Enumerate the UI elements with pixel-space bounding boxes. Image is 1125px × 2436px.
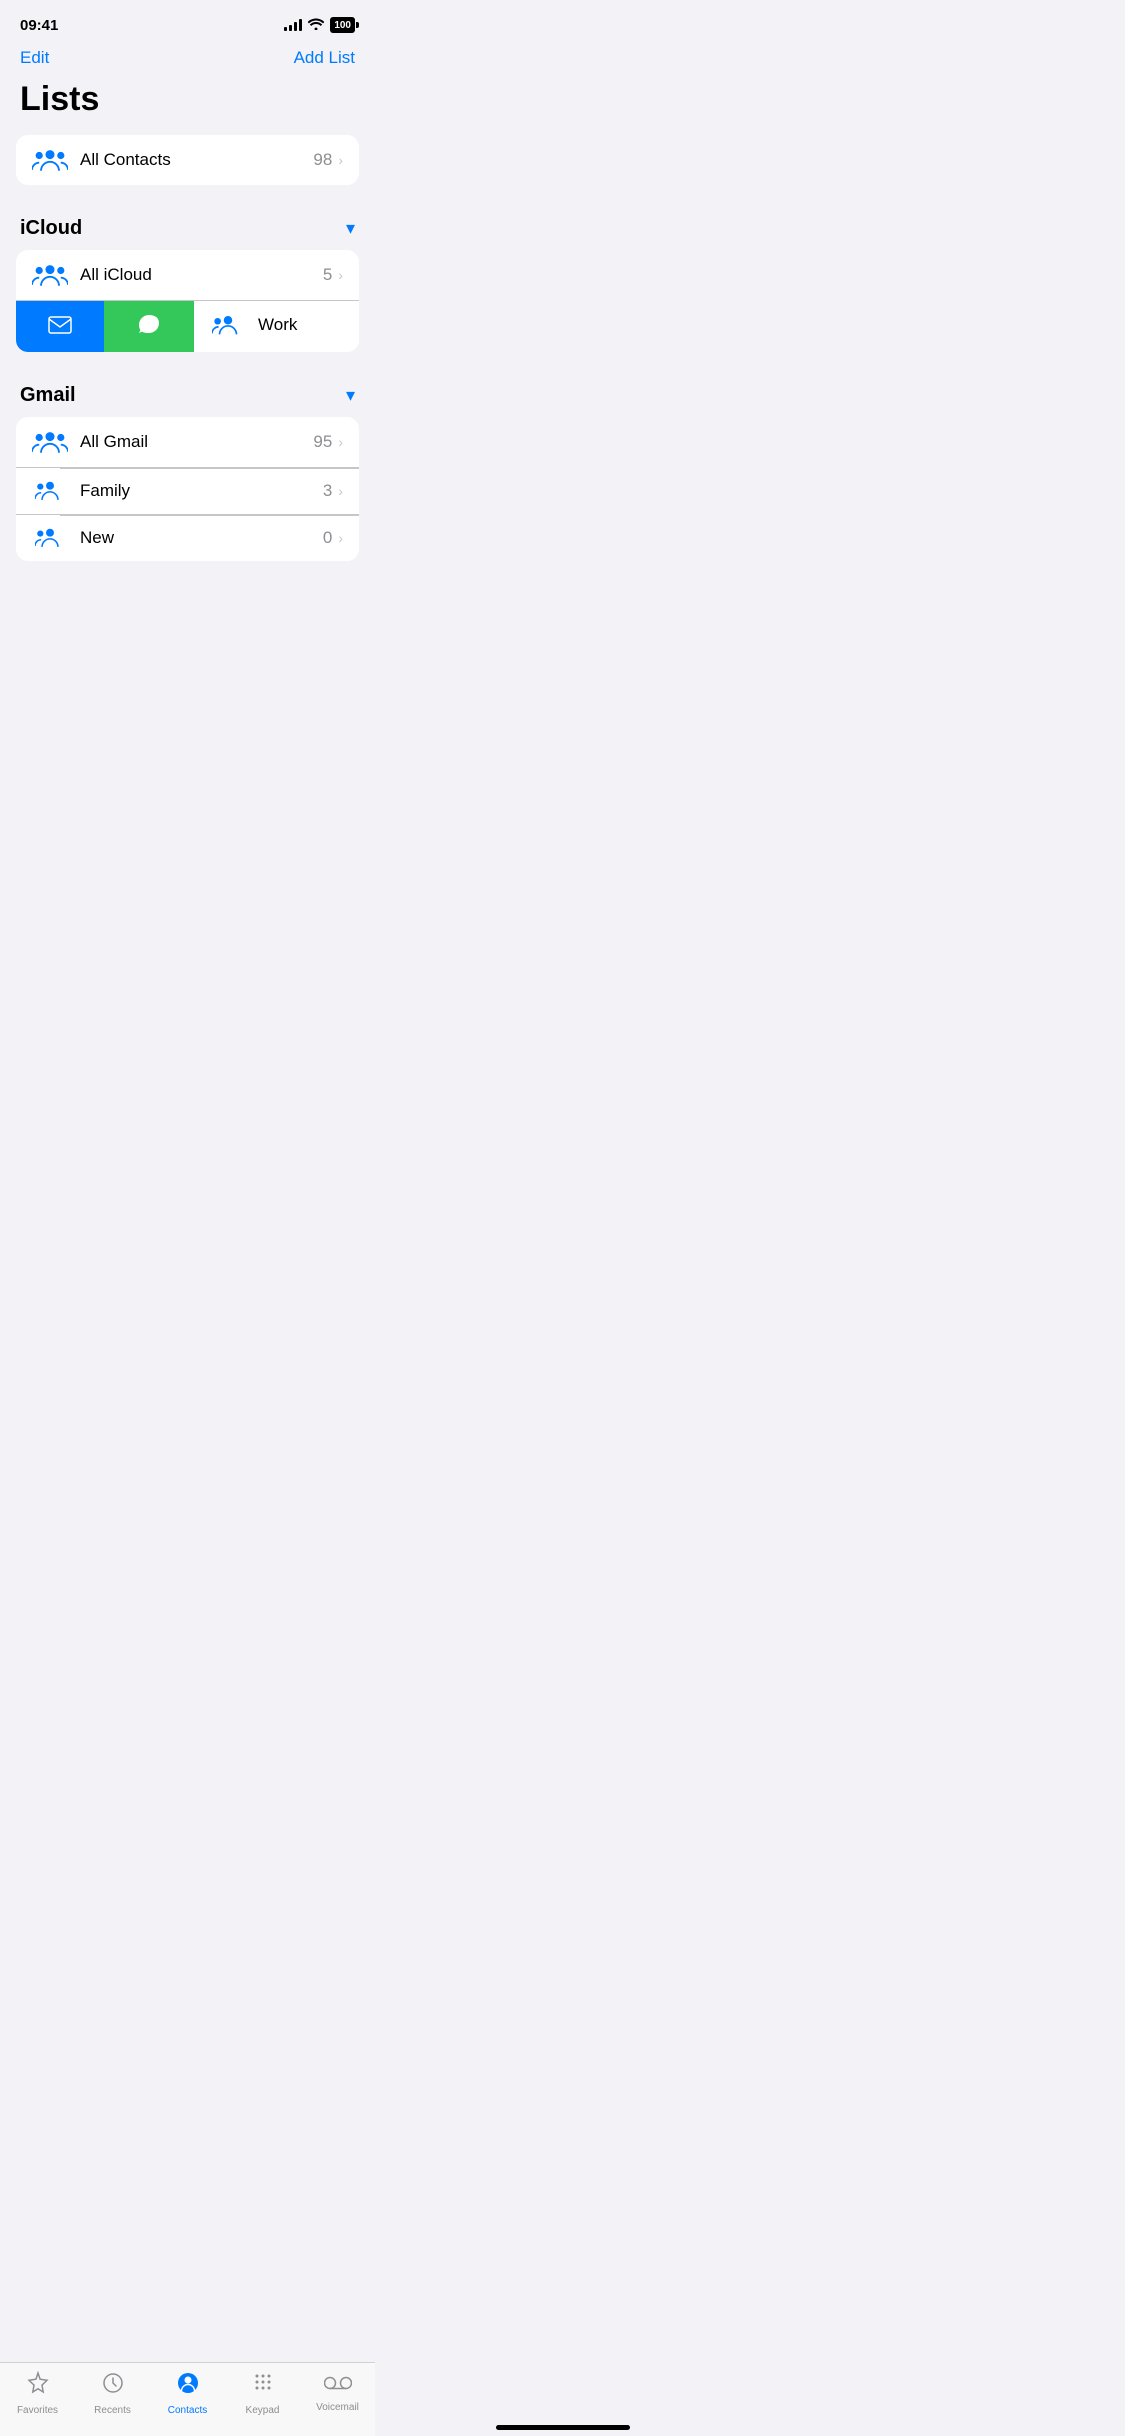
icloud-title: iCloud (20, 217, 82, 240)
home-indicator (496, 2425, 630, 2430)
new-row[interactable]: New 0 › (16, 514, 359, 561)
tab-bar: Favorites Recents Contacts (0, 2362, 375, 2436)
family-row[interactable]: Family 3 › (16, 467, 359, 514)
tab-keypad[interactable]: Keypad (225, 2371, 300, 2416)
signal-icon (284, 19, 302, 31)
voicemail-icon (324, 2371, 352, 2399)
add-list-button[interactable]: Add List (294, 48, 355, 68)
all-gmail-row[interactable]: All Gmail 95 › (16, 417, 359, 467)
recents-label: Recents (94, 2405, 131, 2416)
voicemail-label: Voicemail (316, 2402, 359, 2413)
mail-action-button[interactable] (16, 301, 104, 352)
gmail-chevron-down: ▾ (346, 385, 355, 406)
battery-icon: 100 (330, 17, 355, 33)
all-gmail-icon (32, 430, 68, 454)
page-title: Lists (0, 76, 375, 135)
all-gmail-label: All Gmail (80, 432, 313, 452)
all-icloud-icon (32, 263, 68, 287)
keypad-label: Keypad (246, 2405, 280, 2416)
tab-contacts[interactable]: Contacts (150, 2371, 225, 2416)
all-contacts-icon (32, 148, 68, 172)
mail-icon (48, 314, 72, 340)
all-gmail-count: 95 (313, 432, 332, 452)
all-contacts-chevron: › (338, 152, 343, 168)
work-row[interactable]: Work (194, 301, 359, 349)
favorites-icon (26, 2371, 50, 2402)
message-action-button[interactable] (104, 301, 194, 352)
gmail-card: All Gmail 95 › Family 3 › New 0 (16, 417, 359, 561)
edit-button[interactable]: Edit (20, 48, 49, 68)
new-count: 0 (323, 528, 332, 548)
gmail-section-header[interactable]: Gmail ▾ (0, 376, 375, 417)
work-icon (210, 314, 246, 336)
contacts-icon (176, 2371, 200, 2402)
all-gmail-chevron: › (338, 434, 343, 450)
family-label: Family (80, 481, 323, 501)
navigation-bar: Edit Add List (0, 44, 375, 76)
icloud-chevron-down: ▾ (346, 218, 355, 239)
icloud-card: All iCloud 5 › (16, 250, 359, 352)
wifi-icon (308, 18, 324, 33)
icloud-section-header[interactable]: iCloud ▾ (0, 209, 375, 250)
message-icon (137, 313, 161, 341)
keypad-icon (251, 2371, 275, 2402)
status-bar: 09:41 100 (0, 0, 375, 44)
all-icloud-count: 5 (323, 265, 332, 285)
family-chevron: › (338, 483, 343, 499)
all-icloud-chevron: › (338, 267, 343, 283)
work-row-wrapper: Work (16, 300, 359, 352)
all-contacts-card: All Contacts 98 › (16, 135, 359, 185)
all-icloud-row[interactable]: All iCloud 5 › (16, 250, 359, 300)
all-contacts-row[interactable]: All Contacts 98 › (32, 135, 343, 185)
new-icon (32, 528, 68, 548)
tab-recents[interactable]: Recents (75, 2371, 150, 2416)
recents-icon (101, 2371, 125, 2402)
tab-favorites[interactable]: Favorites (0, 2371, 75, 2416)
new-chevron: › (338, 530, 343, 546)
all-icloud-label: All iCloud (80, 265, 323, 285)
contacts-label: Contacts (168, 2405, 207, 2416)
new-label: New (80, 528, 323, 548)
status-time: 09:41 (20, 17, 58, 34)
family-icon (32, 481, 68, 501)
gmail-title: Gmail (20, 384, 76, 407)
family-count: 3 (323, 481, 332, 501)
swipe-actions (16, 301, 194, 352)
status-icons: 100 (284, 17, 355, 33)
all-contacts-count: 98 (313, 150, 332, 170)
work-label: Work (258, 315, 359, 335)
favorites-label: Favorites (17, 2405, 58, 2416)
tab-voicemail[interactable]: Voicemail (300, 2371, 375, 2413)
all-contacts-label: All Contacts (80, 150, 313, 170)
